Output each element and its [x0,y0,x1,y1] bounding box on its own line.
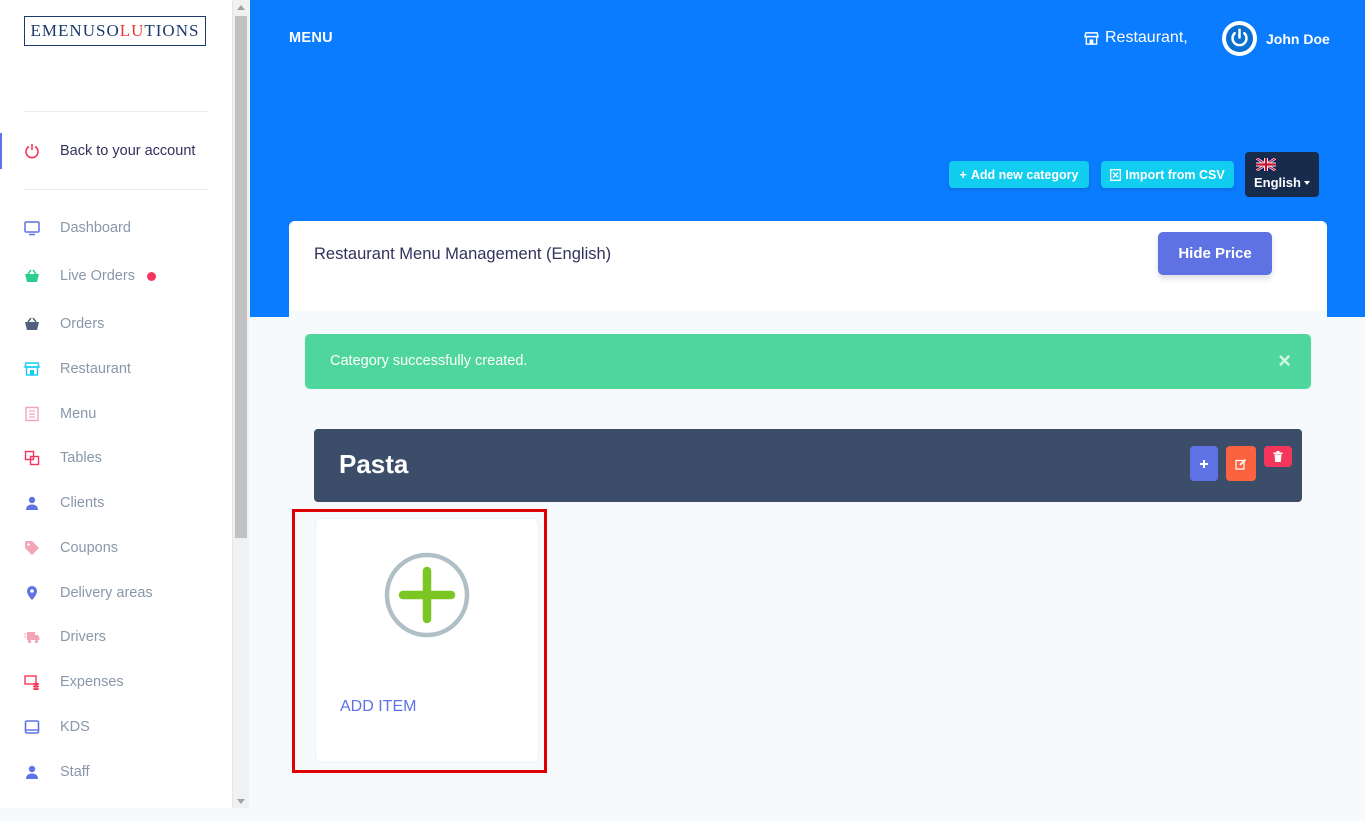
sidebar-item-staff[interactable]: Staff [0,752,232,792]
sidebar-item-label: Tables [60,450,102,466]
sidebar: EMENUSO LU TIONS Back to your account Dash… [0,0,232,808]
category-title: Pasta [339,449,409,479]
delete-category-button[interactable] [1264,446,1292,467]
restaurant-label: Restaurant, [1105,29,1188,46]
scroll-up-arrow-icon[interactable] [237,5,245,10]
tablet-icon [23,718,41,736]
card-title: Restaurant Menu Management (English) [314,245,612,263]
sidebar-item-tables[interactable]: Tables [0,438,232,478]
plus-icon: + [959,167,967,182]
sidebar-item-label: Drivers [60,629,106,645]
scrollbar-thumb[interactable] [235,16,247,538]
logo-text-1: EMENUSO [30,21,120,40]
menu-book-icon [23,405,41,423]
user-icon [23,763,41,781]
sidebar-item-label: Coupons [60,540,119,556]
sidebar-item-restaurant[interactable]: Restaurant [0,349,232,389]
edit-category-button[interactable] [1226,446,1256,481]
import-csv-button[interactable]: Import from CSV [1101,161,1234,188]
sidebar-item-label: Staff [60,764,90,780]
plus-icon [1199,459,1209,469]
import-csv-label: Import from CSV [1125,167,1225,182]
sidebar-item-label: KDS [60,719,90,735]
uk-flag-icon [1256,158,1276,171]
add-category-label: Add new category [970,167,1079,182]
add-item-card[interactable]: ADD ITEM [315,518,539,763]
category-header: Pasta [314,429,1302,502]
page-title: MENU [289,30,333,46]
delivery-icon [23,628,41,646]
sidebar-divider [24,111,208,112]
shop-icon [1084,31,1099,46]
sidebar-item-label: Restaurant [60,361,131,377]
sidebar-item-label: Orders [60,316,105,332]
sidebar-item-drivers[interactable]: Drivers [0,617,232,657]
scroll-down-arrow-icon[interactable] [237,799,245,804]
back-to-account-link[interactable]: Back to your account [0,131,232,171]
power-icon [1225,24,1254,53]
sidebar-item-label: Expenses [60,674,124,690]
add-circle-icon [384,552,470,638]
sidebar-item-label: Menu [60,406,97,422]
live-indicator-dot [147,271,156,281]
sidebar-item-orders[interactable]: Orders [0,304,232,344]
sidebar-item-label: Dashboard [60,220,131,236]
alert-message: Category successfully created. [330,353,528,369]
sidebar-divider [24,189,208,190]
monitor-icon [23,219,41,237]
add-item-label: ADD ITEM [340,698,417,715]
sidebar-item-menu[interactable]: Menu [0,394,232,434]
brand-logo[interactable]: EMENUSO LU TIONS [24,16,206,46]
logo-text-2: TIONS [144,21,200,40]
success-alert: Category successfully created. × [305,334,1311,389]
power-icon [23,142,41,160]
sidebar-item-label: Live Orders [60,268,135,284]
basket-icon [23,315,41,333]
sidebar-item-label: Delivery areas [60,585,153,601]
sidebar-item-label: Clients [60,495,105,511]
shop-icon [23,360,41,378]
sidebar-item-live-orders[interactable]: Live Orders [0,256,232,296]
expenses-icon [23,673,41,691]
sidebar-item-clients[interactable]: Clients [0,483,232,523]
sidebar-item-expenses[interactable]: Expenses [0,662,232,702]
user-icon [23,494,41,512]
edit-icon [1235,458,1247,470]
trash-icon [1273,451,1283,462]
file-excel-icon [1110,168,1122,181]
basket-icon [23,267,41,285]
tables-icon [23,449,41,467]
sidebar-item-dashboard[interactable]: Dashboard [0,208,232,248]
sidebar-item-coupons[interactable]: Coupons [0,528,232,568]
pin-icon [23,584,41,602]
add-category-button[interactable]: + Add new category [949,161,1089,188]
user-name[interactable]: John Doe [1266,31,1330,47]
add-item-to-category-button[interactable] [1190,446,1218,481]
card-header: Restaurant Menu Management (English) Hid… [289,221,1327,311]
restaurant-link[interactable]: Restaurant, [1084,29,1188,47]
back-to-account-label: Back to your account [60,143,196,159]
close-icon[interactable]: × [1278,348,1291,374]
tag-icon [23,539,41,557]
hide-price-button[interactable]: Hide Price [1158,232,1272,275]
sidebar-item-delivery-areas[interactable]: Delivery areas [0,573,232,613]
language-dropdown[interactable]: English [1245,152,1319,197]
sidebar-scrollbar[interactable] [232,0,249,808]
avatar[interactable] [1222,21,1257,56]
caret-down-icon [1304,181,1310,185]
language-label: English [1254,175,1301,190]
sidebar-item-kds[interactable]: KDS [0,707,232,747]
logo-text-accent: LU [119,21,145,40]
